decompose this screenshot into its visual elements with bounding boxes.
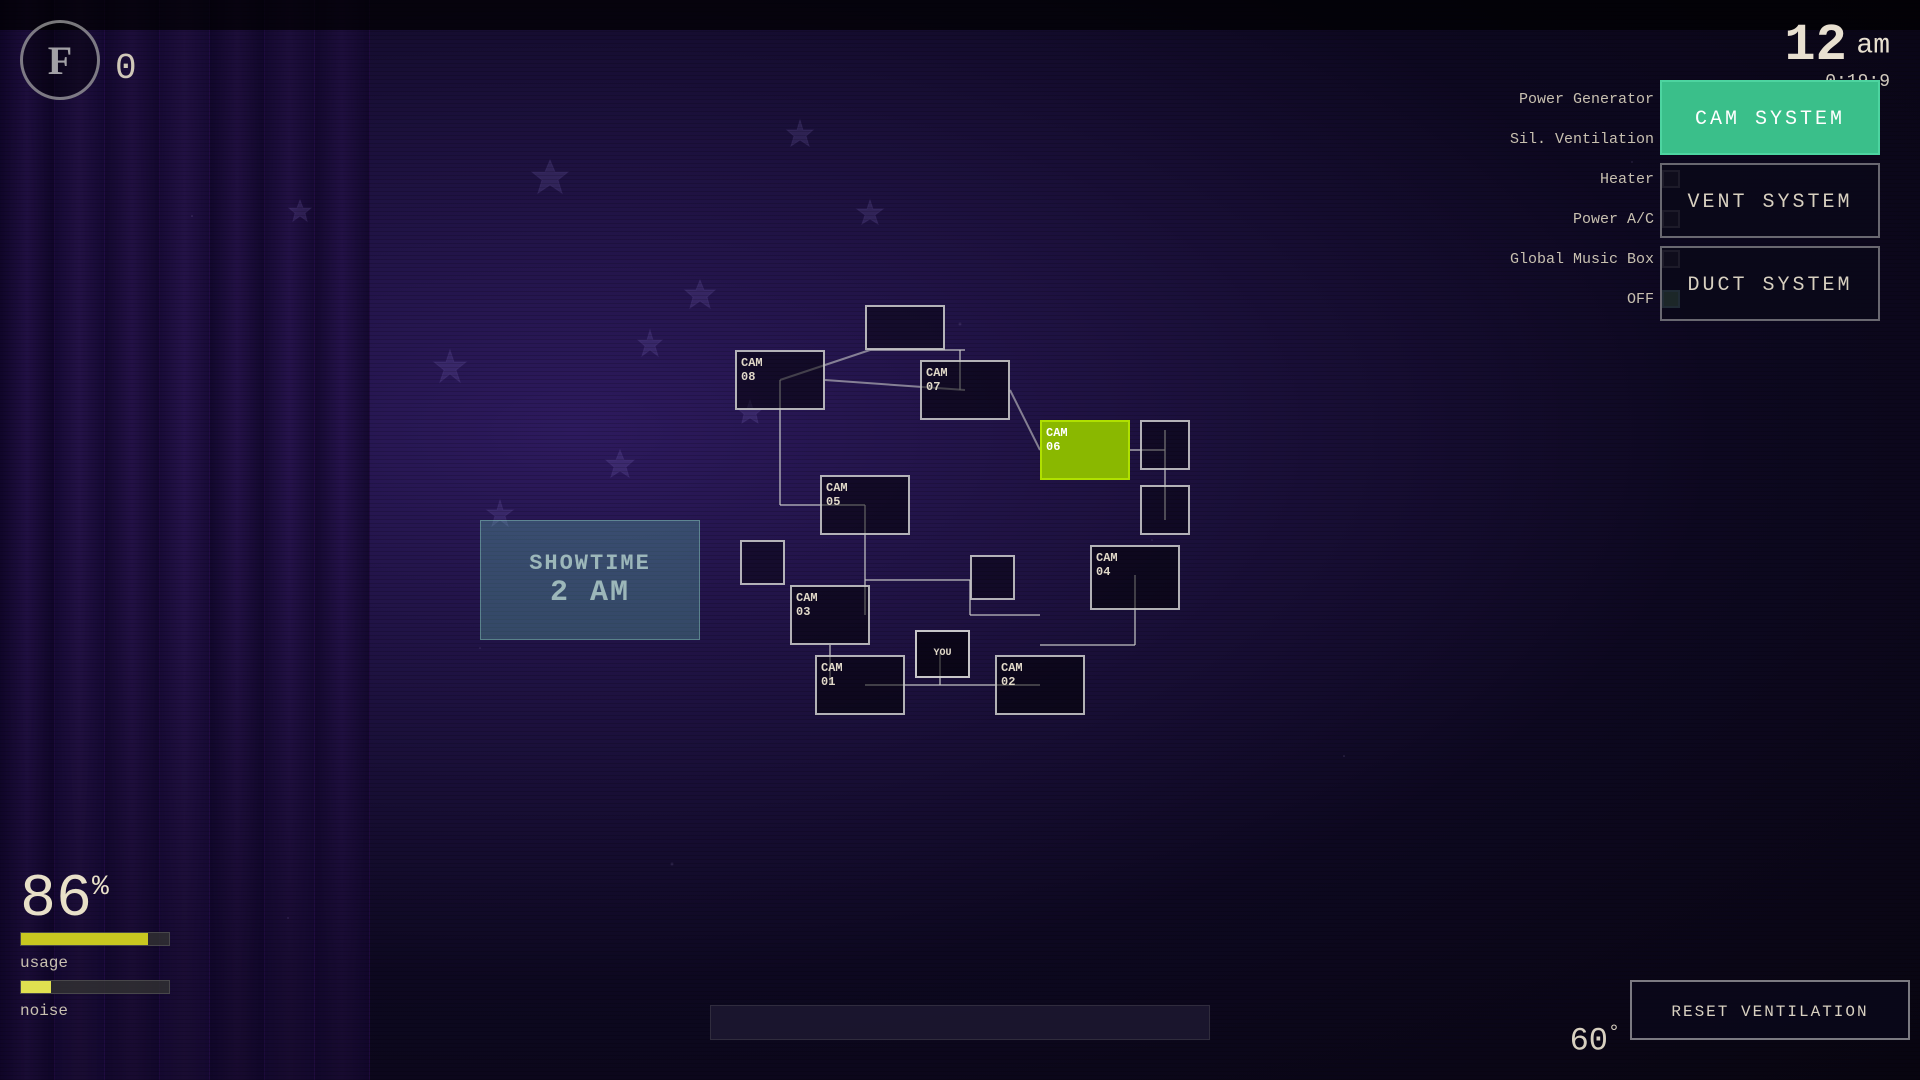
f-logo: F [48,37,72,84]
you-label: YOU [933,648,951,660]
sil-ventilation-label: Sil. Ventilation [1510,131,1654,148]
cam-system-button[interactable]: CAM SYSTEM [1660,80,1880,155]
reset-ventilation-button[interactable]: RESET VENTILATION [1630,980,1910,1040]
noise-bar-container [20,980,170,994]
cam-node-empty-left[interactable] [740,540,785,585]
cam-05-label: CAM05 [826,481,848,510]
cam-node-empty-1[interactable] [1140,420,1190,470]
toggle-heater[interactable]: Heater [1480,160,1680,198]
power-ac-label: Power A/C [1573,211,1654,228]
usage-percent-value: 86% [20,866,109,934]
top-bar [0,0,1920,30]
temperature-value: 60 [1570,1023,1608,1060]
cam-06-label: CAM06 [1046,426,1068,455]
temperature-degree: ° [1608,1022,1620,1045]
temperature-display: 60° [1570,1022,1620,1060]
toggle-power-generator[interactable]: Power Generator [1480,80,1680,118]
usage-percent-display: 86% [20,870,170,930]
usage-percent-sign: % [92,872,109,903]
cam-node-08[interactable]: CAM08 [735,350,825,410]
cam-07-label: CAM07 [926,366,948,395]
cam-node-02[interactable]: CAM02 [995,655,1085,715]
bottom-center-bar [710,1005,1210,1040]
off-label: OFF [1627,291,1654,308]
cam-04-label: CAM04 [1096,551,1118,580]
global-music-box-label: Global Music Box [1510,251,1654,268]
noise-label: noise [20,1002,170,1020]
main-content: F 0 12 am 0:19:9 Power Generator Sil. Ve… [0,0,1920,1080]
cam-node-03[interactable]: CAM03 [790,585,870,645]
time-ampm: am [1856,31,1890,62]
f-badge: F [20,20,100,100]
cam-node-01[interactable]: CAM01 [815,655,905,715]
cam-node-05[interactable]: CAM05 [820,475,910,535]
cam-02-label: CAM02 [1001,661,1023,690]
camera-map: CAM08 CAM07 CAM06 CAM05 CAM04 CAM03 YOU [620,290,1240,770]
power-generator-label: Power Generator [1519,91,1654,108]
cam-node-empty-2[interactable] [1140,485,1190,535]
duct-system-button[interactable]: DUCT SYSTEM [1660,246,1880,321]
toggle-panel: Power Generator Sil. Ventilation Heater … [1480,80,1680,318]
cam-node-04[interactable]: CAM04 [1090,545,1180,610]
cam-node-you[interactable]: YOU [915,630,970,678]
showtime-time: 2 AM [550,576,630,610]
cam-node-06[interactable]: CAM06 [1040,420,1130,480]
heater-label: Heater [1600,171,1654,188]
toggle-sil-ventilation[interactable]: Sil. Ventilation [1480,120,1680,158]
usage-label: usage [20,954,170,972]
usage-bar [21,933,148,945]
toggle-power-ac[interactable]: Power A/C [1480,200,1680,238]
cam-node-empty-mid[interactable] [970,555,1015,600]
cam-03-label: CAM03 [796,591,818,620]
cam-node-empty-top[interactable] [865,305,945,350]
toggle-off[interactable]: OFF [1480,280,1680,318]
cam-08-label: CAM08 [741,356,763,385]
cam-01-label: CAM01 [821,661,843,690]
score-display: 0 [115,48,137,89]
toggle-global-music-box[interactable]: Global Music Box [1480,240,1680,278]
bottom-stats: 86% usage noise [20,870,170,1020]
usage-bar-container [20,932,170,946]
vent-system-button[interactable]: VENT SYSTEM [1660,163,1880,238]
right-panel: CAM SYSTEM VENT SYSTEM DUCT SYSTEM [1660,80,1910,329]
time-hour: 12 [1784,16,1846,75]
noise-bar [21,981,51,993]
cam-node-07[interactable]: CAM07 [920,360,1010,420]
